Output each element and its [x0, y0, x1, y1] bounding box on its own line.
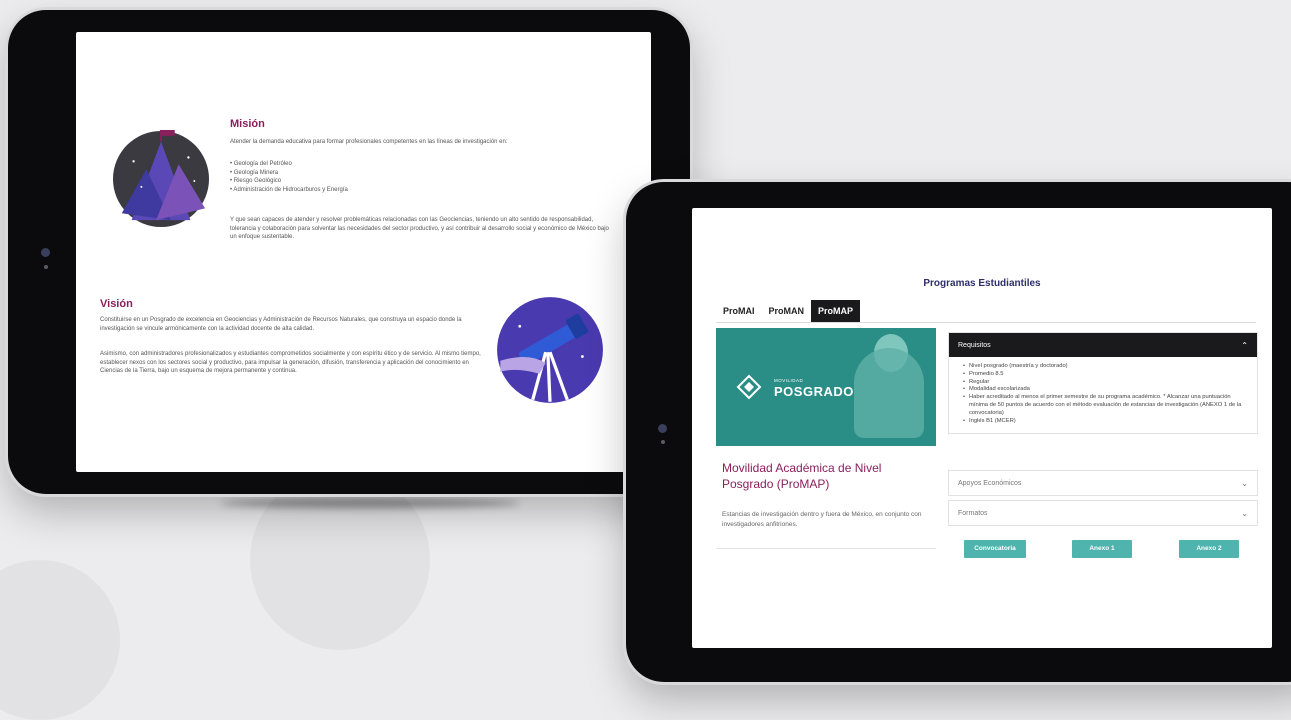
vision-paragraph-2: Asimismo, con administradores profesiona… [100, 351, 481, 374]
tablet-screen: Misión Atender la demanda educativa para… [76, 32, 651, 472]
accordion-label: Apoyos Económicos [958, 479, 1022, 487]
list-item: Regular [963, 379, 1245, 387]
accordion-requisitos: Requisitos ⌃ Nivel posgrado (maestría y … [948, 332, 1258, 435]
anexo1-button[interactable]: Anexo 1 [1072, 540, 1132, 558]
convocatoria-button[interactable]: Convocatoria [964, 540, 1026, 558]
accordion-header-requisitos[interactable]: Requisitos ⌃ [949, 333, 1257, 357]
list-item: Inglés B1 (MCER) [963, 418, 1245, 426]
accordion-header-apoyos[interactable]: Apoyos Económicos ⌄ [949, 471, 1257, 495]
tab-proman[interactable]: ProMAN [762, 300, 812, 322]
hero-brand-small: MOVILIDAD [774, 378, 804, 383]
person-photo [854, 348, 924, 438]
camera-icon [658, 424, 667, 433]
tab-promap[interactable]: ProMAP [811, 300, 861, 322]
list-item: Promedio 8.5 [963, 371, 1245, 379]
page-title: Programas Estudiantiles [923, 278, 1041, 289]
tablet-programs: Programas Estudiantiles ProMAI ProMAN Pr… [626, 182, 1291, 682]
accordion-body-requisitos: Nivel posgrado (maestría y doctorado) Pr… [949, 357, 1257, 433]
tablet-screen: Programas Estudiantiles ProMAI ProMAN Pr… [692, 208, 1272, 648]
list-item: • Riesgo Geológico [230, 178, 282, 184]
list-item: • Geología Minera [230, 169, 279, 176]
tab-promai[interactable]: ProMAI [716, 300, 762, 322]
sensor-dot [44, 265, 48, 269]
accordion-apoyos: Apoyos Económicos ⌄ [948, 470, 1258, 496]
chevron-down-icon: ⌄ [1241, 508, 1248, 518]
background-gear-shape [0, 560, 120, 720]
mountain-flag-icon [112, 130, 210, 228]
program-card-title: Movilidad Académica de Nivel Posgrado (P… [722, 461, 882, 491]
tab-divider [716, 322, 1256, 323]
program-hero-image: MOVILIDAD POSGRADO [716, 328, 936, 446]
mission-list: • Geología del Petróleo • Geología Miner… [230, 160, 530, 194]
program-card-description: Estancias de investigación dentro y fuer… [722, 511, 922, 528]
mission-intro: Atender la demanda educativa para formar… [230, 139, 508, 145]
hero-brand-big: POSGRADO [774, 384, 854, 399]
camera-icon [41, 248, 50, 257]
accordion-label: Requisitos [958, 341, 991, 349]
card-divider [716, 548, 936, 549]
tablet-shadow [220, 498, 520, 508]
vision-title: Visión [100, 298, 133, 310]
program-tabs: ProMAI ProMAN ProMAP [716, 300, 861, 322]
accordion-formatos: Formatos ⌄ [948, 500, 1258, 526]
chevron-up-icon: ⌃ [1241, 340, 1248, 350]
background-gear-shape [250, 470, 430, 650]
mission-closing: Y que sean capaces de atender y resolver… [230, 217, 609, 240]
sensor-dot [661, 440, 665, 444]
list-item: Nivel posgrado (maestría y doctorado) [963, 363, 1245, 371]
chevron-down-icon: ⌄ [1241, 478, 1248, 488]
list-item: • Administración de Hidrocarburos y Ener… [230, 186, 348, 193]
accordion-header-formatos[interactable]: Formatos ⌄ [949, 501, 1257, 525]
movilidad-logo-icon [736, 374, 762, 400]
list-item: Modalidad escolarizada [963, 386, 1245, 394]
list-item: • Geología del Petróleo [230, 161, 292, 167]
accordion-label: Formatos [958, 509, 988, 517]
anexo2-button[interactable]: Anexo 2 [1179, 540, 1239, 558]
tablet-mission-vision: Misión Atender la demanda educativa para… [8, 10, 690, 494]
list-item: Haber acreditado al menos el primer seme… [963, 394, 1245, 417]
mission-title: Misión [230, 118, 265, 130]
vision-paragraph-1: Constituirse en un Posgrado de excelenci… [100, 317, 462, 332]
telescope-icon [497, 297, 603, 403]
